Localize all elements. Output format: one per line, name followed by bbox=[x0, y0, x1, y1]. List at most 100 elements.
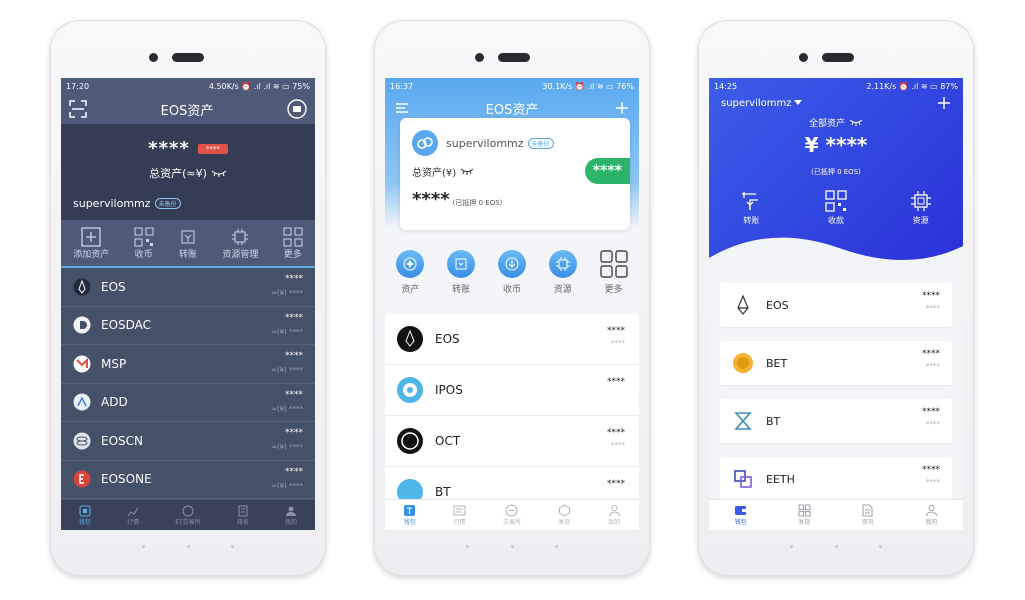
total-assets-label: 全部资产 bbox=[808, 119, 845, 129]
asset-value: **** bbox=[922, 407, 940, 417]
asset-value: **** bbox=[922, 349, 940, 359]
asset-row-eos[interactable]: EOS **** ≈(¥) **** bbox=[61, 268, 315, 307]
asset-row-oct[interactable]: OCT **** **** bbox=[385, 416, 639, 467]
status-time: 14:25 bbox=[714, 81, 738, 91]
asset-row-eoscn[interactable]: EOSCN **** ≈(¥) **** bbox=[61, 422, 315, 461]
nav-profile[interactable]: 我的 bbox=[285, 505, 297, 526]
nav-wallet[interactable]: 钱包 bbox=[79, 505, 91, 526]
front-camera bbox=[475, 53, 484, 62]
nav-wallet[interactable]: 钱包 bbox=[403, 504, 416, 526]
asset-name: EOS bbox=[101, 279, 126, 294]
receive-button[interactable]: 收币 bbox=[134, 227, 154, 260]
eye-closed-icon[interactable] bbox=[849, 119, 863, 126]
menu-icon[interactable] bbox=[395, 102, 409, 114]
backup-badge[interactable]: 未备份 bbox=[527, 137, 554, 149]
nav-profile[interactable]: 我的 bbox=[608, 504, 621, 526]
asset-fiat: ≈(¥) **** bbox=[270, 404, 303, 413]
asset-value: **** bbox=[285, 312, 303, 323]
asset-row-eos[interactable]: EOS **** **** bbox=[720, 283, 952, 327]
nav-news[interactable]: 资讯 bbox=[861, 504, 874, 526]
total-assets-label: 总资产(≈¥) bbox=[149, 167, 207, 180]
bottom-nav: 钱包 行情 ET交易所 排名 我的 bbox=[61, 500, 315, 530]
transfer-button[interactable]: 转账 bbox=[178, 227, 198, 260]
assets-button[interactable]: 资产 bbox=[396, 250, 425, 295]
asset-row-eos[interactable]: EOS **** **** bbox=[385, 314, 639, 365]
status-bar: 17:20 4.50K/s ⏰ .ıl .ıl ≋ ▭ 75% bbox=[61, 78, 315, 94]
quick-actions: 添加资产 收币 转账 资源管理 更多 bbox=[61, 220, 315, 268]
backup-badge[interactable]: 未备份 bbox=[154, 198, 181, 209]
asset-name: ADD bbox=[101, 395, 128, 410]
asset-row-bt[interactable]: BT **** **** bbox=[720, 399, 952, 443]
oct-icon bbox=[397, 428, 423, 454]
nav-label: 我的 bbox=[925, 519, 938, 526]
front-camera bbox=[799, 53, 808, 62]
nav-discover[interactable]: 发现 bbox=[558, 504, 571, 526]
more-button[interactable]: 更多 bbox=[283, 227, 303, 260]
resources-button[interactable]: 资源 bbox=[548, 250, 577, 295]
asset-row-ipos[interactable]: IPOS **** bbox=[385, 365, 639, 416]
resources-button[interactable]: 资源 bbox=[910, 190, 932, 226]
transfer-label: 转账 bbox=[743, 216, 760, 225]
asset-value: **** bbox=[607, 428, 625, 438]
scan-icon[interactable] bbox=[69, 100, 87, 118]
add-asset-button[interactable]: 添加资产 bbox=[73, 226, 109, 260]
nav-exchange[interactable]: ET交易所 bbox=[175, 505, 201, 526]
link-icon bbox=[412, 130, 438, 156]
asset-row-eosone[interactable]: EOSONE **** ≈(¥) **** bbox=[61, 461, 315, 499]
account-switcher[interactable]: supervilommz bbox=[721, 98, 803, 109]
earpiece-speaker bbox=[172, 53, 204, 62]
asset-sub: **** bbox=[926, 304, 940, 312]
wallet-icon[interactable] bbox=[287, 99, 307, 119]
eye-closed-icon[interactable] bbox=[211, 169, 227, 177]
document-icon bbox=[862, 504, 873, 517]
assets-icon bbox=[403, 257, 417, 271]
qr-code-icon bbox=[134, 227, 154, 246]
asset-row-eeth[interactable]: EETH **** **** bbox=[720, 457, 952, 501]
user-icon bbox=[925, 505, 937, 517]
asset-row-bet[interactable]: BET **** **** bbox=[720, 341, 952, 385]
nav-label: 行情 bbox=[453, 519, 466, 526]
nav-market[interactable]: 行情 bbox=[127, 505, 139, 526]
asset-name: EOS bbox=[435, 332, 460, 346]
status-bar: 14:25 2.11K/s ⏰ .ıl ≋ ▭ 87% bbox=[709, 78, 963, 94]
asset-name: BT bbox=[435, 485, 451, 499]
assets-label: 资产 bbox=[401, 285, 420, 295]
phone-1: 17:20 4.50K/s ⏰ .ıl .ıl ≋ ▭ 75% EOS资产 **… bbox=[50, 20, 326, 576]
eye-closed-icon[interactable] bbox=[460, 168, 474, 175]
account-card: supervilommz 未备份 总资产(¥) **** **** (已抵押 0… bbox=[400, 118, 630, 230]
hardware-buttons bbox=[50, 545, 326, 548]
phone-2-screen: 16:37 30.1K/s ⏰ .ıl ≋ ▭ 76% EOS资产 superv… bbox=[385, 78, 639, 530]
asset-row-add[interactable]: ADD **** ≈(¥) **** bbox=[61, 384, 315, 422]
more-button[interactable]: 更多 bbox=[599, 250, 628, 295]
hardware-buttons bbox=[374, 545, 650, 548]
nav-wallet[interactable]: 钱包 bbox=[734, 504, 747, 526]
transfer-button[interactable]: 转账 bbox=[447, 250, 476, 295]
nav-discover[interactable]: 发现 bbox=[798, 504, 811, 526]
grid-icon bbox=[599, 250, 628, 278]
hidden-value-pill[interactable]: **** bbox=[584, 158, 630, 184]
nav-ranking[interactable]: 排名 bbox=[237, 505, 249, 526]
asset-fiat: ≈(¥) **** bbox=[270, 327, 303, 336]
nav-label: 交易所 bbox=[502, 519, 521, 526]
status-time: 17:20 bbox=[66, 81, 90, 91]
user-icon bbox=[285, 506, 296, 516]
quick-actions: 转账 收款 资源 bbox=[709, 190, 963, 226]
transfer-button[interactable]: 转账 bbox=[740, 190, 762, 226]
resource-manage-button[interactable]: 资源管理 bbox=[222, 227, 258, 260]
asset-name: EOSDAC bbox=[101, 318, 152, 333]
phone-2: 16:37 30.1K/s ⏰ .ıl ≋ ▭ 76% EOS资产 superv… bbox=[374, 20, 650, 576]
wave-decoration bbox=[709, 237, 963, 274]
plus-icon[interactable] bbox=[615, 101, 629, 115]
receive-button[interactable]: 收币 bbox=[497, 250, 526, 295]
asset-row-eosdac[interactable]: EOSDAC **** ≈(¥) **** bbox=[61, 307, 315, 345]
nav-exchange[interactable]: 交易所 bbox=[503, 504, 521, 526]
page-title: EOS资产 bbox=[485, 102, 539, 118]
plus-icon[interactable] bbox=[937, 96, 951, 110]
qr-code-icon bbox=[825, 190, 847, 212]
nav-market[interactable]: 行情 bbox=[453, 504, 466, 526]
nav-profile[interactable]: 我的 bbox=[925, 504, 938, 526]
receive-button[interactable]: 收款 bbox=[825, 190, 847, 226]
asset-fiat: ≈(¥) **** bbox=[270, 443, 303, 451]
receive-label: 收币 bbox=[502, 285, 521, 295]
asset-row-msp[interactable]: MSP **** ≈(¥) **** bbox=[61, 345, 315, 384]
